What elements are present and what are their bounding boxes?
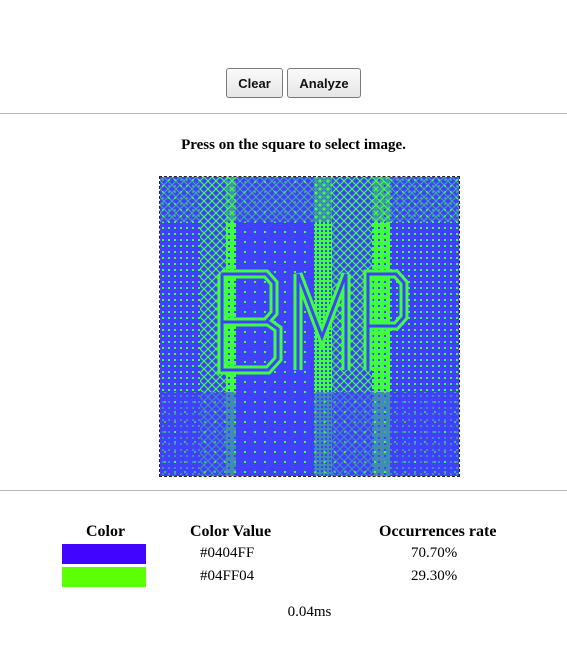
analyze-button[interactable]: Analyze bbox=[287, 68, 361, 98]
image-select-square[interactable] bbox=[159, 176, 460, 477]
occurrence-rate-1: 70.70% bbox=[411, 545, 458, 561]
color-value-1: #0404FF bbox=[200, 545, 255, 561]
top-divider bbox=[0, 113, 567, 114]
color-swatch-2 bbox=[62, 567, 146, 587]
color-value-2: #04FF04 bbox=[200, 568, 255, 584]
bottom-divider bbox=[0, 490, 567, 491]
toolbar: Clear Analyze bbox=[0, 68, 567, 98]
analysis-time: 0.04ms bbox=[287, 604, 332, 620]
clear-button[interactable]: Clear bbox=[226, 68, 283, 98]
color-swatch-1 bbox=[62, 544, 146, 564]
bmp-image-preview bbox=[160, 177, 459, 476]
color-header: Color bbox=[86, 523, 126, 540]
instruction-text: Press on the square to select image. bbox=[181, 137, 406, 153]
occurrence-rate-2: 29.30% bbox=[411, 568, 458, 584]
occurrences-rate-header: Occurrences rate bbox=[379, 523, 497, 540]
color-value-header: Color Value bbox=[190, 523, 272, 540]
